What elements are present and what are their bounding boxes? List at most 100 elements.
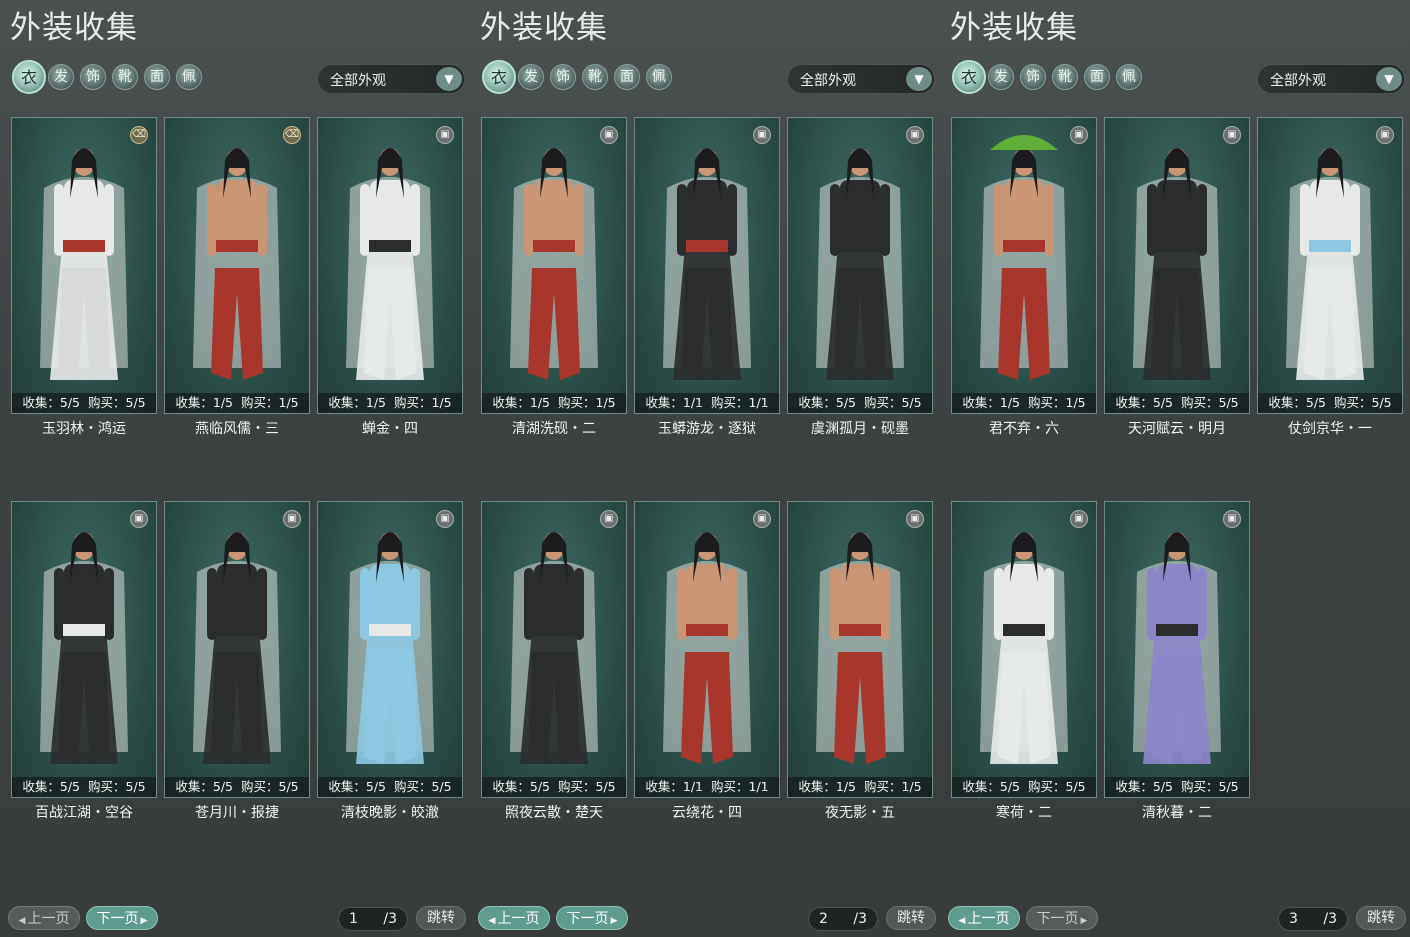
wardrobe-icon[interactable]: ▣ — [1376, 126, 1394, 144]
left-arm-shape — [1147, 568, 1157, 640]
shoes-icon[interactable]: 靴 — [112, 64, 138, 90]
top-icon[interactable]: 饰 — [80, 64, 106, 90]
right-arm-shape — [727, 184, 737, 256]
card-name: 玉蟒游龙・逐狱 — [658, 421, 756, 437]
page-current-input[interactable]: 1 — [349, 908, 358, 930]
page-current-input[interactable]: 2 — [819, 908, 828, 930]
outfit-card[interactable]: ▣ 收集：5/5 购买：5/5 — [11, 501, 157, 798]
hair-icon[interactable]: 发 — [988, 64, 1014, 90]
page-indicator[interactable]: 1 /3 — [338, 907, 408, 931]
accessory-icon[interactable]: 佩 — [176, 64, 202, 90]
wardrobe-icon[interactable]: ▣ — [753, 126, 771, 144]
outfit-card[interactable]: ▣ 收集：5/5 购买：5/5 — [164, 501, 310, 798]
wardrobe-icon[interactable]: ▣ — [283, 510, 301, 528]
trash-icon[interactable]: ⌫ — [283, 126, 301, 144]
page-current-input[interactable]: 3 — [1289, 908, 1298, 930]
chevron-down-icon[interactable]: ▼ — [906, 67, 932, 91]
outfit-card[interactable]: ▣ 收集：5/5 购买：5/5 — [1104, 117, 1250, 414]
wardrobe-icon[interactable]: ▣ — [600, 510, 618, 528]
filter-label: 全部外观 — [330, 73, 386, 89]
character-figure — [663, 532, 751, 764]
outfit-card[interactable]: ▣ 收集：5/5 购买：5/5 — [1257, 117, 1403, 414]
filter-label: 全部外观 — [800, 73, 856, 89]
hair-icon[interactable]: 发 — [518, 64, 544, 90]
sash-shape — [533, 624, 575, 636]
wardrobe-icon[interactable]: ▣ — [436, 126, 454, 144]
filter-label: 全部外观 — [1270, 73, 1326, 89]
next-page-button[interactable]: 下一页 — [556, 906, 628, 930]
wardrobe-icon[interactable]: ▣ — [1070, 510, 1088, 528]
wardrobe-icon[interactable]: ▣ — [600, 126, 618, 144]
jump-button[interactable]: 跳转 — [886, 906, 936, 930]
mask-icon[interactable]: 面 — [1084, 64, 1110, 90]
card-name: 清枝晚影・皎澈 — [341, 805, 439, 821]
accessory-icon[interactable]: 佩 — [1116, 64, 1142, 90]
outfit-card[interactable]: ▣ 收集：5/5 购买：5/5 — [787, 117, 933, 414]
card-name: 清秋暮・二 — [1142, 805, 1212, 821]
left-arm-shape — [524, 184, 534, 256]
mask-icon[interactable]: 面 — [614, 64, 640, 90]
sash-shape — [63, 240, 105, 252]
outfit-icon[interactable]: 衣 — [482, 60, 516, 94]
wardrobe-icon[interactable]: ▣ — [906, 510, 924, 528]
chevron-down-icon[interactable]: ▼ — [1376, 67, 1402, 91]
card-stats: 收集：1/1 购买：1/1 — [635, 777, 779, 797]
outfit-card[interactable]: ⌫ 收集：5/5 购买：5/5 — [11, 117, 157, 414]
jump-button[interactable]: 跳转 — [416, 906, 466, 930]
page-indicator[interactable]: 2 /3 — [808, 907, 878, 931]
outfit-card[interactable]: ⌫ 收集：1/5 购买：1/5 — [164, 117, 310, 414]
card-stats: 收集：5/5 购买：5/5 — [952, 777, 1096, 797]
panel-title: 外装收集 — [480, 10, 608, 46]
prev-page-button[interactable]: 上一页 — [948, 906, 1020, 930]
wardrobe-icon[interactable]: ▣ — [753, 510, 771, 528]
wardrobe-icon[interactable]: ▣ — [130, 510, 148, 528]
filter-dropdown[interactable]: 全部外观 ▼ — [1257, 64, 1405, 94]
prev-page-button[interactable]: 上一页 — [478, 906, 550, 930]
hair-icon[interactable]: 发 — [48, 64, 74, 90]
filter-dropdown[interactable]: 全部外观 ▼ — [787, 64, 935, 94]
sash-shape — [1156, 240, 1198, 252]
page-indicator[interactable]: 3 /3 — [1278, 907, 1348, 931]
torso-shape — [64, 180, 104, 250]
outfit-card[interactable]: ▣ 收集：5/5 购买：5/5 — [951, 501, 1097, 798]
character-figure — [663, 148, 751, 380]
jump-button[interactable]: 跳转 — [1356, 906, 1406, 930]
trash-icon[interactable]: ⌫ — [130, 126, 148, 144]
wardrobe-icon[interactable]: ▣ — [1070, 126, 1088, 144]
outfit-icon[interactable]: 衣 — [12, 60, 46, 94]
chevron-down-icon[interactable]: ▼ — [436, 67, 462, 91]
card-stats: 收集：1/5 购买：1/5 — [318, 393, 462, 413]
filter-dropdown[interactable]: 全部外观 ▼ — [317, 64, 465, 94]
top-icon[interactable]: 饰 — [550, 64, 576, 90]
shoes-icon[interactable]: 靴 — [1052, 64, 1078, 90]
wardrobe-icon[interactable]: ▣ — [1223, 126, 1241, 144]
left-arm-shape — [207, 568, 217, 640]
mask-icon[interactable]: 面 — [144, 64, 170, 90]
outfit-icon[interactable]: 衣 — [952, 60, 986, 94]
outfit-card[interactable]: ▣ 收集：5/5 购买：5/5 — [481, 501, 627, 798]
outfit-card[interactable]: ▣ 收集：5/5 购买：5/5 — [1104, 501, 1250, 798]
outfit-card[interactable]: ▣ 收集：5/5 购买：5/5 — [317, 501, 463, 798]
accessory-icon[interactable]: 佩 — [646, 64, 672, 90]
next-page-button[interactable]: 下一页 — [1026, 906, 1098, 930]
outfit-card[interactable]: ▣ 收集：1/5 购买：1/5 — [481, 117, 627, 414]
outfit-card[interactable]: ▣ 收集：1/1 购买：1/1 — [634, 501, 780, 798]
top-icon[interactable]: 饰 — [1020, 64, 1046, 90]
wardrobe-icon[interactable]: ▣ — [906, 126, 924, 144]
card-name: 君不弃・六 — [989, 421, 1059, 437]
outfit-card[interactable]: ▣ 收集：1/5 购买：1/5 — [317, 117, 463, 414]
outfit-card[interactable]: ▣ 收集：1/1 购买：1/1 — [634, 117, 780, 414]
prev-page-button[interactable]: 上一页 — [8, 906, 80, 930]
sash-shape — [1309, 240, 1351, 252]
card-stats: 收集：5/5 购买：5/5 — [482, 777, 626, 797]
right-arm-shape — [1197, 568, 1207, 640]
sash-shape — [1156, 624, 1198, 636]
wardrobe-icon[interactable]: ▣ — [436, 510, 454, 528]
right-arm-shape — [104, 184, 114, 256]
shoes-icon[interactable]: 靴 — [582, 64, 608, 90]
outfit-card[interactable]: ▣ 收集：1/5 购买：1/5 — [951, 117, 1097, 414]
wardrobe-icon[interactable]: ▣ — [1223, 510, 1241, 528]
outfit-card[interactable]: ▣ 收集：1/5 购买：1/5 — [787, 501, 933, 798]
torso-shape — [1157, 564, 1197, 634]
next-page-button[interactable]: 下一页 — [86, 906, 158, 930]
